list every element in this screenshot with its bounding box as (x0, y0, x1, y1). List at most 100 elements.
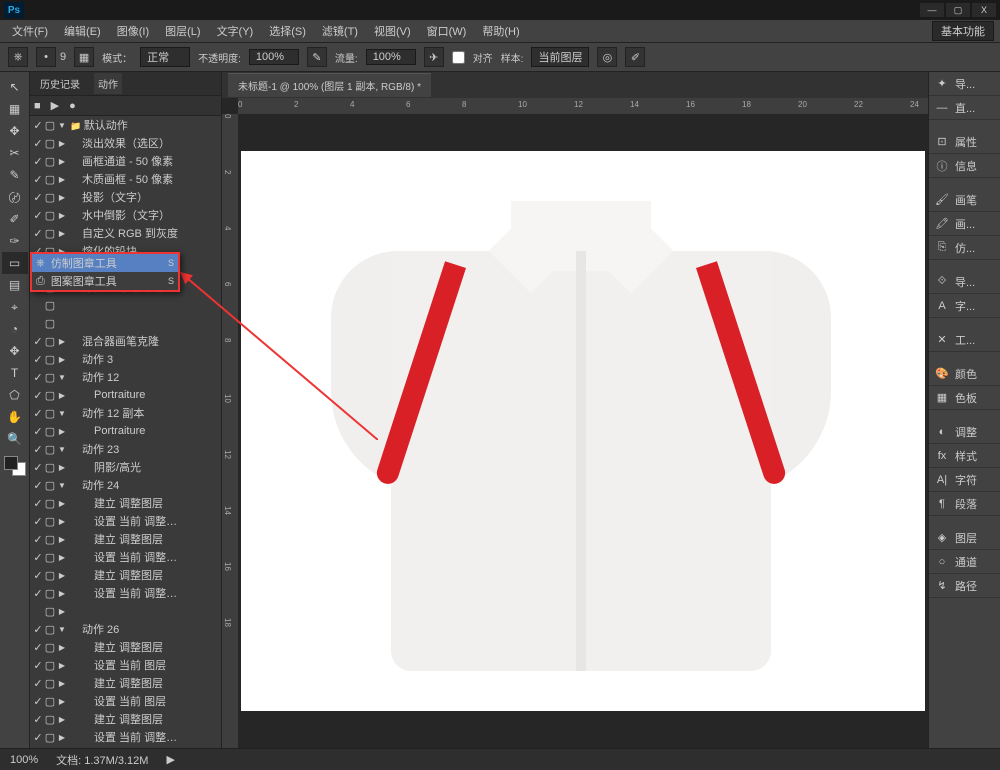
sample-select[interactable]: 当前图层 (531, 47, 589, 67)
action-row[interactable]: ✓▢▶水中倒影（文字） (30, 206, 221, 224)
canvas[interactable] (241, 151, 925, 711)
dock-panel-button[interactable]: ◈图层 (929, 526, 1000, 550)
action-row[interactable]: ▢ (30, 296, 221, 314)
tool-button-13[interactable]: T (2, 362, 28, 384)
clone-stamp-tool-item[interactable]: ⎈ 仿制图章工具 S (32, 254, 178, 272)
menu-item-9[interactable]: 帮助(H) (476, 21, 525, 41)
action-row[interactable]: ✓▢▼动作 26 (30, 620, 221, 638)
action-row[interactable]: ✓▢▶设置 当前 图层 (30, 656, 221, 674)
actions-control-0[interactable]: ■ (34, 100, 41, 112)
action-row[interactable]: ✓▢▶淡出效果（选区） (30, 134, 221, 152)
menu-item-6[interactable]: 滤镜(T) (316, 21, 364, 41)
dock-panel-button[interactable]: ↯路径 (929, 574, 1000, 598)
tool-button-10[interactable]: ⌖ (2, 296, 28, 318)
brush-preview-icon[interactable]: • (36, 47, 56, 67)
action-row[interactable]: ✓▢▶画框通道 - 50 像素 (30, 152, 221, 170)
action-row[interactable]: ✓▢▶建立 调整图层 (30, 638, 221, 656)
canvas-viewport[interactable] (238, 114, 928, 748)
airbrush-icon[interactable]: ✈ (424, 47, 444, 67)
dock-panel-button[interactable]: 🖌画笔 (929, 188, 1000, 212)
tool-button-14[interactable]: ⬠ (2, 384, 28, 406)
flow-input[interactable]: 100% (366, 49, 416, 65)
action-row[interactable]: ✓▢▼动作 12 副本 (30, 404, 221, 422)
tool-preset-icon[interactable]: ⎈ (8, 47, 28, 67)
dock-panel-button[interactable]: ✦导... (929, 72, 1000, 96)
action-row[interactable]: ▢ (30, 314, 221, 332)
tool-button-11[interactable]: ◔ (2, 318, 28, 340)
dock-panel-button[interactable]: ⓘ信息 (929, 154, 1000, 178)
action-row[interactable]: ✓▢▶动作 3 (30, 350, 221, 368)
action-row[interactable]: ✓▢▶木质画框 - 50 像素 (30, 170, 221, 188)
tool-button-16[interactable]: 🔍 (2, 428, 28, 450)
dock-panel-button[interactable]: ○通道 (929, 550, 1000, 574)
tool-button-8[interactable]: ▭ (2, 252, 28, 274)
document-tab[interactable]: 未标题-1 @ 100% (图层 1 副本, RGB/8) * (228, 73, 431, 97)
action-row[interactable]: ✓▢▶建立 调整图层 (30, 674, 221, 692)
tool-button-6[interactable]: ✐ (2, 208, 28, 230)
tool-button-1[interactable]: ▦ (2, 98, 28, 120)
actions-control-1[interactable]: ▶ (51, 99, 59, 112)
action-row[interactable]: ✓▢▶建立 调整图层 (30, 530, 221, 548)
action-row[interactable]: ✓▢▶设置 当前 调整… (30, 584, 221, 602)
dock-panel-button[interactable]: ¶段落 (929, 492, 1000, 516)
action-row[interactable]: ✓▢▶设置 当前 调整… (30, 728, 221, 746)
dock-panel-button[interactable]: ▦色板 (929, 386, 1000, 410)
pressure-size-icon[interactable]: ✐ (625, 47, 645, 67)
action-row[interactable]: ✓▢▶建立 调整图层 (30, 710, 221, 728)
history-tab[interactable]: 历史记录 (36, 73, 84, 94)
pattern-stamp-tool-item[interactable]: ⎙ 图案图章工具 S (32, 272, 178, 290)
dock-panel-button[interactable]: —直... (929, 96, 1000, 120)
action-row[interactable]: ✓▢▶设置 当前 调整… (30, 548, 221, 566)
dock-panel-button[interactable]: A字... (929, 294, 1000, 318)
actions-tree[interactable]: ✓▢▼默认动作✓▢▶淡出效果（选区）✓▢▶画框通道 - 50 像素✓▢▶木质画框… (30, 116, 221, 748)
window-close[interactable]: X (972, 3, 996, 17)
action-row[interactable]: ✓▢▶建立 调整图层 (30, 494, 221, 512)
menu-item-8[interactable]: 窗口(W) (421, 21, 473, 41)
zoom-level[interactable]: 100% (10, 754, 38, 766)
blend-mode-select[interactable]: 正常 (140, 47, 190, 67)
menu-item-1[interactable]: 编辑(E) (58, 21, 107, 41)
tool-button-3[interactable]: ✂ (2, 142, 28, 164)
tool-button-15[interactable]: ✋ (2, 406, 28, 428)
brush-panel-icon[interactable]: ▦ (74, 47, 94, 67)
dock-panel-button[interactable]: fx样式 (929, 444, 1000, 468)
window-maximize[interactable]: ▢ (946, 3, 970, 17)
ruler-vertical[interactable]: 024681012141618 (222, 114, 238, 748)
action-row[interactable]: ✓▢▼默认动作 (30, 116, 221, 134)
tool-button-5[interactable]: 〄 (2, 186, 28, 208)
aligned-checkbox[interactable] (452, 51, 465, 64)
action-row[interactable]: ✓▢▶自定义 RGB 到灰度 (30, 224, 221, 242)
window-minimize[interactable]: — (920, 3, 944, 17)
document-info[interactable]: 文档: 1.37M/3.12M (56, 752, 148, 768)
dock-panel-button[interactable]: ⊡属性 (929, 130, 1000, 154)
dock-panel-button[interactable]: 🎨颜色 (929, 362, 1000, 386)
tool-button-9[interactable]: ▤ (2, 274, 28, 296)
action-row[interactable]: ✓▢▶设置 当前 图层 (30, 692, 221, 710)
dock-panel-button[interactable]: ⎘仿... (929, 236, 1000, 260)
dock-panel-button[interactable]: A|字符 (929, 468, 1000, 492)
menu-item-3[interactable]: 图层(L) (159, 21, 206, 41)
menu-item-0[interactable]: 文件(F) (6, 21, 54, 41)
menu-item-7[interactable]: 视图(V) (368, 21, 417, 41)
actions-tab[interactable]: 动作 (94, 73, 122, 94)
action-row[interactable]: ✓▢▼动作 12 (30, 368, 221, 386)
action-row[interactable]: ✓▢▼动作 24 (30, 476, 221, 494)
action-row[interactable]: ✓▢▶Portraiture (30, 422, 221, 440)
action-row[interactable]: ✓▢▶阴影/高光 (30, 458, 221, 476)
dock-panel-button[interactable]: ✕工... (929, 328, 1000, 352)
tool-button-7[interactable]: ✑ (2, 230, 28, 252)
action-row[interactable]: ✓▢▶混合器画笔克隆 (30, 332, 221, 350)
pressure-opacity-icon[interactable]: ✎ (307, 47, 327, 67)
color-swatches[interactable] (4, 456, 26, 476)
actions-control-2[interactable]: ● (69, 100, 76, 112)
tool-button-4[interactable]: ✎ (2, 164, 28, 186)
tool-button-2[interactable]: ✥ (2, 120, 28, 142)
tool-button-0[interactable]: ↖ (2, 76, 28, 98)
status-expand-icon[interactable]: ▶ (166, 753, 174, 766)
menu-item-2[interactable]: 图像(I) (111, 21, 155, 41)
action-row[interactable]: ▢▶ (30, 602, 221, 620)
tool-button-12[interactable]: ✥ (2, 340, 28, 362)
workspace-selector[interactable]: 基本功能 (932, 21, 994, 41)
action-row[interactable]: ✓▢▶投影（文字） (30, 188, 221, 206)
ignore-adjust-icon[interactable]: ◎ (597, 47, 617, 67)
